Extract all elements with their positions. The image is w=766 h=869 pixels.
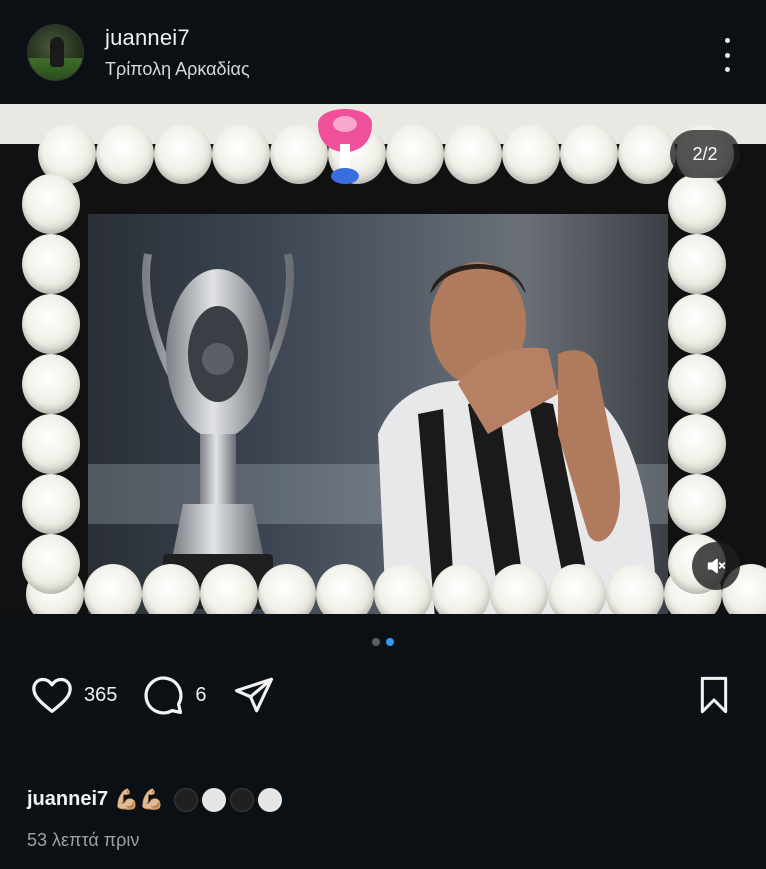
like-count[interactable]: 365	[84, 684, 117, 707]
avatar[interactable]	[27, 23, 84, 81]
ball-emojis	[173, 787, 282, 812]
comment-count[interactable]: 6	[195, 684, 206, 707]
black-circle-emoji	[173, 787, 198, 812]
carousel-pager	[0, 638, 766, 646]
comment-icon[interactable]	[141, 673, 185, 717]
cake-image	[0, 124, 766, 614]
save-action	[696, 675, 732, 715]
heart-icon[interactable]	[30, 675, 74, 715]
cake-photo-print	[88, 214, 668, 614]
pager-dot-1	[372, 638, 380, 646]
caption: juannei7 💪🏼💪🏼	[27, 787, 282, 812]
bookmark-icon[interactable]	[696, 675, 732, 715]
post-header: juannei7 Τρίπολη Αρκαδίας	[0, 0, 766, 104]
action-bar: 365 6	[30, 672, 732, 718]
post-media[interactable]: 2/2	[0, 104, 766, 614]
send-icon[interactable]	[233, 674, 275, 716]
slide-counter: 2/2	[670, 130, 740, 178]
comment-action: 6	[141, 673, 207, 717]
share-action	[233, 674, 275, 716]
player-graphic	[378, 262, 658, 614]
black-circle-emoji	[229, 787, 254, 812]
muted-speaker-icon[interactable]	[692, 542, 740, 590]
white-circle-emoji	[201, 787, 226, 812]
trophy-graphic	[142, 253, 294, 609]
post-location[interactable]: Τρίπολη Αρκαδίας	[105, 59, 250, 80]
flexed-biceps-emoji: 💪🏼💪🏼	[114, 789, 164, 811]
post-timestamp: 53 λεπτά πριν	[27, 830, 140, 850]
pager-dot-2	[386, 638, 394, 646]
user-meta: juannei7 Τρίπολη Αρκαδίας	[105, 25, 250, 80]
caption-username[interactable]: juannei7	[27, 788, 108, 811]
candle-graphic	[318, 109, 372, 184]
post-username[interactable]: juannei7	[105, 25, 250, 51]
white-circle-emoji	[257, 787, 282, 812]
more-options-icon[interactable]	[722, 38, 732, 72]
like-action: 365	[30, 675, 117, 715]
